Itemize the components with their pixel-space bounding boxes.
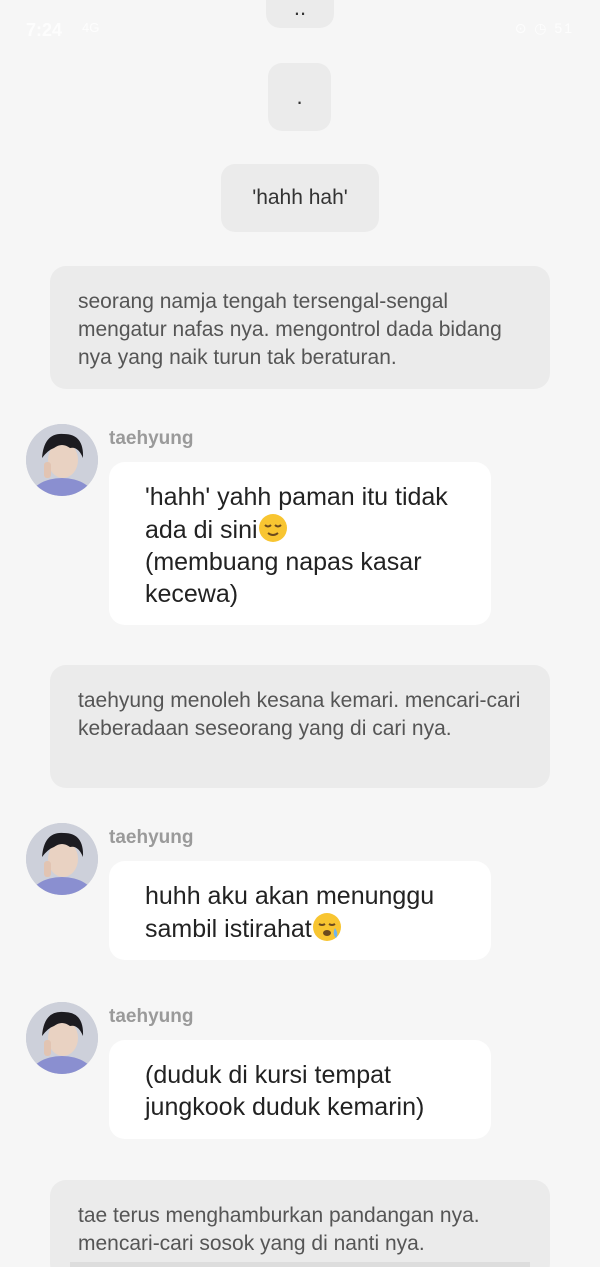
signal-indicator: 4G [82,20,100,35]
sender-name: taehyung [109,428,194,449]
message-line: (duduk di kursi tempat [145,1061,391,1089]
message-bubble[interactable]: huhh aku akan menunggu sambil istirahat [109,861,491,960]
sender-name: taehyung [109,1006,194,1027]
avatar-photo [26,424,98,496]
narration-pill-text: 'hahh hah' [252,186,348,209]
avatar-photo [26,1002,98,1074]
message-line: jungkook duduk kemarin) [145,1093,425,1121]
narration-pill-text: . [296,84,303,109]
narration-pill-text: .. [293,0,307,20]
status-time: 7:24 [26,20,63,40]
narration-text: seorang namja tengah tersengal-sengal me… [78,290,502,369]
narration-box: taehyung menoleh kesana kemari. mencari-… [50,665,550,788]
relieved-face-icon [258,514,287,542]
message-line: 'hahh' yahh paman itu tidak [145,483,448,511]
message-line: (membuang napas kasar [145,548,422,576]
avatar[interactable] [26,424,98,496]
message-bubble[interactable]: 'hahh' yahh paman itu tidak ada di sini … [109,462,491,625]
message-line: sambil istirahat [145,915,312,943]
narration-pill: 'hahh hah' [221,164,379,232]
narration-box: tae terus menghamburkan pandangan nya. m… [50,1180,550,1267]
narration-text: taehyung menoleh kesana kemari. mencari-… [78,689,521,740]
message-bubble[interactable]: (duduk di kursi tempat jungkook duduk ke… [109,1040,491,1139]
narration-box: seorang namja tengah tersengal-sengal me… [50,266,550,389]
status-icons: ⊙ ◷ 51 [514,20,574,36]
narration-pill: .. [266,0,334,28]
avatar[interactable] [26,823,98,895]
message-line: kecewa) [145,580,239,608]
avatar[interactable] [26,1002,98,1074]
message-line: huhh aku akan menunggu [145,882,435,910]
sleepy-face-icon [312,913,341,941]
narration-pill: . [268,63,331,131]
sender-name: taehyung [109,827,194,848]
scroll-indicator [70,1262,530,1267]
narration-text: tae terus menghamburkan pandangan nya. m… [78,1204,480,1255]
message-line: ada di sini [145,516,258,544]
avatar-photo [26,823,98,895]
